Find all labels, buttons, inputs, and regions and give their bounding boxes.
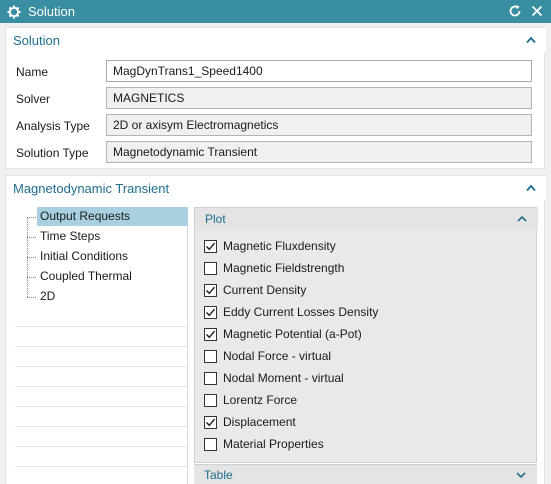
name-label: Name [16,65,49,79]
checkbox-unchecked-icon[interactable] [204,261,217,275]
option-label: Lorentz Force [223,393,298,407]
checkbox-unchecked-icon[interactable] [204,349,217,363]
solution-type-label: Solution Type [16,146,89,160]
checkbox-checked-icon[interactable] [204,305,217,319]
magnetic-fluxdensity-checkbox[interactable]: Magnetic Fluxdensity [204,237,336,255]
solver-label: Solver [16,92,51,106]
tree-connector [27,277,36,278]
tree-item-label[interactable]: Coupled Thermal [37,267,135,286]
table-group-title: Table [204,468,233,482]
gear-icon [6,4,22,20]
nodal-force-virtual-checkbox[interactable]: Nodal Force - virtual [204,347,331,365]
option-label: Magnetic Fluxdensity [223,239,336,253]
transient-section-title: Magnetodynamic Transient [13,180,170,196]
tree-connector [27,257,36,258]
name-field[interactable]: MagDynTrans1_Speed1400 [106,60,532,82]
chevron-down-icon[interactable] [515,469,527,481]
solution-type-row: Solution Type Magnetodynamic Transient [6,141,546,165]
chevron-up-icon[interactable] [524,181,538,195]
reset-icon[interactable] [507,3,523,19]
analysis-type-label: Analysis Type [16,119,90,133]
option-label: Material Properties [223,437,324,451]
tree-connector [27,297,36,298]
tree-connector [27,217,36,218]
checkbox-checked-icon[interactable] [204,283,217,297]
material-properties-checkbox[interactable]: Material Properties [204,435,324,453]
window-title: Solution [28,4,75,19]
tree-item-initial-conditions[interactable]: Initial Conditions [15,247,188,267]
analysis-type-field: 2D or axisym Electromagnetics [106,114,532,136]
option-label: Nodal Force - virtual [223,349,332,363]
tree-grid-row [15,447,188,467]
tree-connector [27,237,36,238]
option-label: Magnetic Fieldstrength [223,261,345,275]
solution-section-header[interactable]: Solution [6,28,546,52]
magnetic-fieldstrength-checkbox[interactable]: Magnetic Fieldstrength [204,259,344,277]
current-density-checkbox[interactable]: Current Density [204,281,306,299]
magnetic-potential-checkbox[interactable]: Magnetic Potential (a-Pot) [204,325,362,343]
option-label: Current Density [223,283,307,297]
checkbox-unchecked-icon[interactable] [204,393,217,407]
tree-item-label[interactable]: Time Steps [37,227,103,246]
name-row: Name MagDynTrans1_Speed1400 [6,60,546,84]
tree-grid-row [15,467,188,484]
solution-section-title: Solution [13,32,60,48]
transient-section-header[interactable]: Magnetodynamic Transient [6,176,546,200]
option-label: Magnetic Potential (a-Pot) [223,327,362,341]
checkbox-unchecked-icon[interactable] [204,371,217,385]
checkbox-checked-icon[interactable] [204,415,217,429]
plot-group-title: Plot [205,212,226,226]
lorentz-force-checkbox[interactable]: Lorentz Force [204,391,297,409]
tree-grid-row [15,327,188,347]
eddy-current-losses-density-checkbox[interactable]: Eddy Current Losses Density [204,303,378,321]
tree-grid-row [15,387,188,407]
tree-item-label[interactable]: Output Requests [37,207,188,226]
option-label: Displacement [223,415,296,429]
checkbox-checked-icon[interactable] [204,327,217,341]
checkbox-checked-icon[interactable] [204,239,217,253]
tree-grid-row [15,347,188,367]
tree-grid-row [15,367,188,387]
solver-row: Solver MAGNETICS [6,87,546,111]
tree-item-2d[interactable]: 2D [15,287,188,307]
navigation-tree: Output Requests Time Steps Initial Condi… [15,207,188,484]
displacement-checkbox[interactable]: Displacement [204,413,296,431]
tree-grid-row [15,407,188,427]
chevron-up-icon[interactable] [516,213,528,225]
solution-type-field: Magnetodynamic Transient [106,141,532,163]
chevron-up-icon[interactable] [524,33,538,47]
solver-field: MAGNETICS [106,87,532,109]
close-icon[interactable] [529,3,545,19]
table-group-header[interactable]: Table [194,464,537,484]
option-label: Eddy Current Losses Density [223,305,379,319]
tree-item-time-steps[interactable]: Time Steps [15,227,188,247]
tree-item-coupled-thermal[interactable]: Coupled Thermal [15,267,188,287]
tree-grid-row [15,307,188,327]
tree-item-label[interactable]: 2D [37,287,58,306]
tree-grid-row [15,427,188,447]
analysis-type-row: Analysis Type 2D or axisym Electromagnet… [6,114,546,138]
nodal-moment-virtual-checkbox[interactable]: Nodal Moment - virtual [204,369,344,387]
tree-item-label[interactable]: Initial Conditions [37,247,131,266]
plot-group: Plot Magnetic Fluxdensity Magnetic Field… [194,207,538,463]
option-label: Nodal Moment - virtual [223,371,344,385]
tree-item-output-requests[interactable]: Output Requests [15,207,188,227]
solution-panel: Solution Name MagDynTrans1_Speed1400 Sol… [5,27,546,169]
output-requests-panel: Plot Magnetic Fluxdensity Magnetic Field… [194,207,538,484]
checkbox-unchecked-icon[interactable] [204,437,217,451]
plot-group-header[interactable]: Plot [195,208,538,230]
title-bar: Solution [0,0,551,23]
